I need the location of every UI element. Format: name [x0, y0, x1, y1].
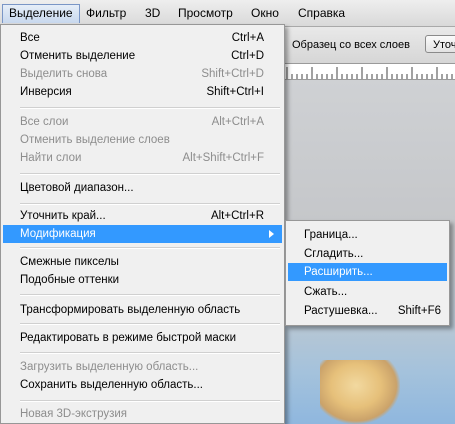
submenu-item-smooth[interactable]: Сгладить...	[288, 245, 447, 263]
submenu-item-expand[interactable]: Расширить...	[288, 263, 447, 281]
menu-3d[interactable]: 3D	[139, 4, 166, 23]
menu-item-load-selection[interactable]: Загрузить выделенную область...	[3, 358, 282, 376]
menu-item-transform-selection[interactable]: Трансформировать выделенную область	[3, 301, 282, 319]
menu-item-modify[interactable]: Модификация	[3, 225, 282, 243]
horizontal-ruler	[285, 64, 455, 80]
menu-window[interactable]: Окно	[245, 4, 285, 23]
menu-separator	[20, 400, 280, 402]
menu-item-all-layers[interactable]: Все слои Alt+Ctrl+A	[3, 113, 282, 131]
menu-item-similar[interactable]: Подобные оттенки	[3, 271, 282, 289]
select-menu-dropdown: Все Ctrl+A Отменить выделение Ctrl+D Выдел…	[0, 24, 285, 424]
menu-item-new-3d-extrusion[interactable]: Новая 3D-экструзия	[3, 405, 282, 423]
menu-filter[interactable]: Фильтр	[80, 4, 132, 23]
menu-separator	[20, 173, 280, 175]
refine-edge-button[interactable]: Уточ	[425, 35, 455, 53]
canvas-image-subject	[320, 360, 400, 424]
menu-separator	[20, 294, 280, 296]
menu-bar: Выделение Фильтр 3D Просмотр Окно Справк…	[0, 0, 455, 27]
menu-separator	[20, 323, 280, 325]
ruler-ticks	[286, 67, 453, 79]
menu-item-grow[interactable]: Смежные пикселы	[3, 253, 282, 271]
menu-view[interactable]: Просмотр	[172, 4, 239, 23]
menu-separator	[20, 107, 280, 109]
submenu-arrow-icon	[269, 230, 274, 238]
menu-item-color-range[interactable]: Цветовой диапазон...	[3, 179, 282, 197]
menu-item-refine-edge[interactable]: Уточнить край... Alt+Ctrl+R	[3, 207, 282, 225]
menu-item-all[interactable]: Все Ctrl+A	[3, 29, 282, 47]
menu-separator	[20, 247, 280, 249]
menu-item-quick-mask[interactable]: Редактировать в режиме быстрой маски	[3, 329, 282, 347]
sample-all-layers-label[interactable]: Образец со всех слоев	[292, 39, 410, 51]
menu-item-reselect[interactable]: Выделить снова Shift+Ctrl+D	[3, 65, 282, 83]
menu-item-inverse[interactable]: Инверсия Shift+Ctrl+I	[3, 83, 282, 101]
submenu-item-border[interactable]: Граница...	[288, 226, 447, 244]
menu-item-deselect-layers[interactable]: Отменить выделение слоев	[3, 131, 282, 149]
menu-separator	[20, 352, 280, 354]
menu-select[interactable]: Выделение	[2, 4, 80, 23]
menu-separator	[20, 203, 280, 205]
modify-submenu: Граница... Сгладить... Расширить... Сжат…	[285, 220, 450, 326]
submenu-item-feather[interactable]: Растушевка... Shift+F6	[288, 302, 447, 320]
menu-help[interactable]: Справка	[292, 4, 351, 23]
submenu-item-contract[interactable]: Сжать...	[288, 283, 447, 301]
menu-item-find-layers[interactable]: Найти слои Alt+Shift+Ctrl+F	[3, 149, 282, 167]
menu-item-deselect[interactable]: Отменить выделение Ctrl+D	[3, 47, 282, 65]
menu-item-save-selection[interactable]: Сохранить выделенную область...	[3, 376, 282, 394]
